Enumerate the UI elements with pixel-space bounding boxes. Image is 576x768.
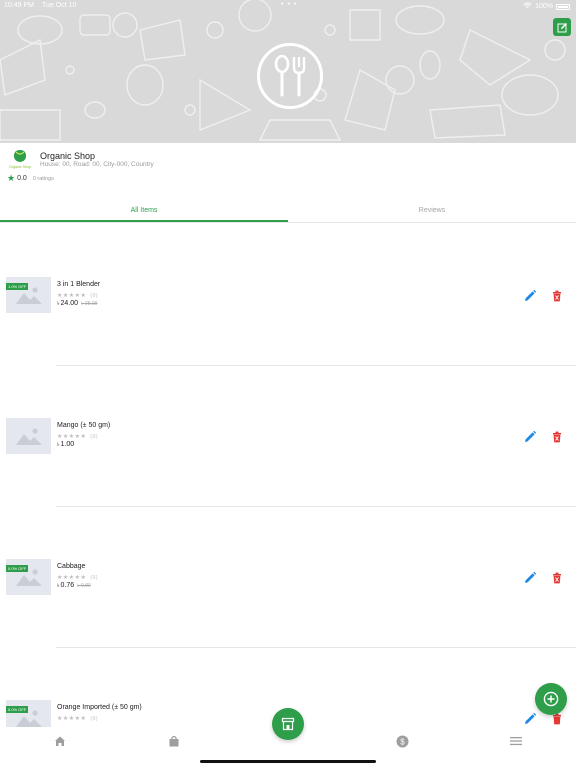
edit-item-button[interactable] [524, 289, 537, 301]
edit-item-button[interactable] [524, 571, 537, 583]
pencil-icon [525, 289, 537, 301]
edit-item-button[interactable] [524, 712, 537, 724]
nav-orders[interactable] [167, 734, 181, 748]
item-old-price: ৳ 0.80 [77, 583, 91, 589]
pencil-icon [525, 571, 537, 583]
delete-item-button[interactable] [551, 289, 563, 302]
image-placeholder-icon [16, 428, 42, 445]
shop-address: House: 00, Road: 00, City-000, Country [40, 161, 154, 168]
edit-shop-button[interactable] [553, 18, 571, 36]
trash-icon [553, 572, 561, 584]
trash-icon [553, 290, 561, 302]
list-item[interactable]: 1.0% OFF 3 in 1 Blender ★★★★★ (0) ৳24.00 ৳… [0, 277, 576, 337]
discount-badge: 1.0% OFF [6, 283, 29, 290]
shop-rating: ★ 0.0 0 ratings [7, 174, 54, 183]
pencil-icon [525, 712, 537, 724]
delete-item-button[interactable] [551, 571, 563, 584]
rating-count: 0 ratings [32, 175, 54, 182]
item-divider [56, 647, 576, 648]
item-divider [56, 365, 576, 366]
delete-item-button[interactable] [551, 430, 563, 443]
discount-badge: 5.0% OFF [6, 706, 29, 713]
wifi-icon [523, 2, 532, 11]
trash-icon [553, 431, 561, 443]
dollar-icon: $ [396, 735, 408, 747]
shop-name: Organic Shop [40, 151, 96, 161]
item-price: ৳24.00 ৳ 25.00 [57, 300, 98, 307]
item-rating-stars: ★★★★★ (0) [57, 575, 99, 581]
item-name: 3 in 1 Blender [57, 281, 101, 288]
cover-banner: 10:49 PM Tue Oct 10 • • • 100% [0, 0, 576, 143]
svg-text:Organic Shop: Organic Shop [9, 165, 31, 169]
svg-text:$: $ [400, 737, 405, 746]
nav-home[interactable] [53, 734, 67, 748]
store-icon [281, 717, 295, 731]
item-rating-stars: ★★★★★ (0) [57, 716, 99, 722]
item-image-placeholder: 1.0% OFF [6, 277, 51, 313]
star-icon: ★ [7, 173, 16, 183]
nav-wallet[interactable]: $ [395, 734, 409, 748]
item-divider [56, 506, 576, 507]
item-image-placeholder: 5.0% OFF [6, 700, 51, 727]
add-item-button[interactable] [535, 683, 567, 715]
store-button[interactable] [272, 708, 304, 740]
restaurant-logo-icon [257, 43, 323, 109]
discount-badge: 5.0% OFF [6, 565, 29, 572]
item-rating-stars: ★★★★★ (0) [57, 434, 99, 440]
item-old-price: ৳ 25.00 [81, 301, 98, 307]
item-price: ৳0.76 ৳ 0.80 [57, 582, 91, 589]
app-screen: 10:49 PM Tue Oct 10 • • • 100% Organic S… [0, 0, 576, 768]
nav-menu[interactable] [509, 734, 523, 748]
rating-value: 0.0 [17, 175, 27, 182]
status-time: 10:49 PM [4, 2, 34, 9]
item-image-placeholder [6, 418, 51, 454]
item-name: Mango (± 50 gm) [57, 422, 111, 429]
list-item[interactable]: Mango (± 50 gm) ★★★★★ (0) ৳1.00 [0, 418, 576, 478]
status-right: 100% [523, 2, 570, 11]
item-image-placeholder: 5.0% OFF [6, 559, 51, 595]
shop-logo: Organic Shop [6, 147, 34, 173]
tab-indicator [0, 220, 288, 222]
item-rating-stars: ★★★★★ (0) [57, 293, 99, 299]
tab-all-items[interactable]: All Items [0, 198, 288, 222]
plus-circle-icon [543, 691, 559, 707]
multitask-dots[interactable]: • • • [281, 1, 297, 8]
item-name: Orange Imported (± 50 gm) [57, 704, 142, 711]
item-price: ৳1.00 [57, 441, 75, 448]
bag-icon [169, 735, 179, 747]
tab-reviews[interactable]: Reviews [288, 198, 576, 222]
edit-square-icon [557, 22, 567, 32]
home-icon [55, 736, 65, 746]
item-name: Cabbage [57, 563, 86, 570]
menu-icon [510, 737, 522, 746]
home-indicator [200, 760, 376, 763]
pencil-icon [525, 430, 537, 442]
status-date: Tue Oct 10 [42, 2, 77, 9]
edit-item-button[interactable] [524, 430, 537, 442]
battery-icon [556, 3, 570, 10]
list-item[interactable]: 5.0% OFF Cabbage ★★★★★ (0) ৳0.76 ৳ 0.80 [0, 559, 576, 619]
battery-percent: 100% [535, 3, 553, 10]
